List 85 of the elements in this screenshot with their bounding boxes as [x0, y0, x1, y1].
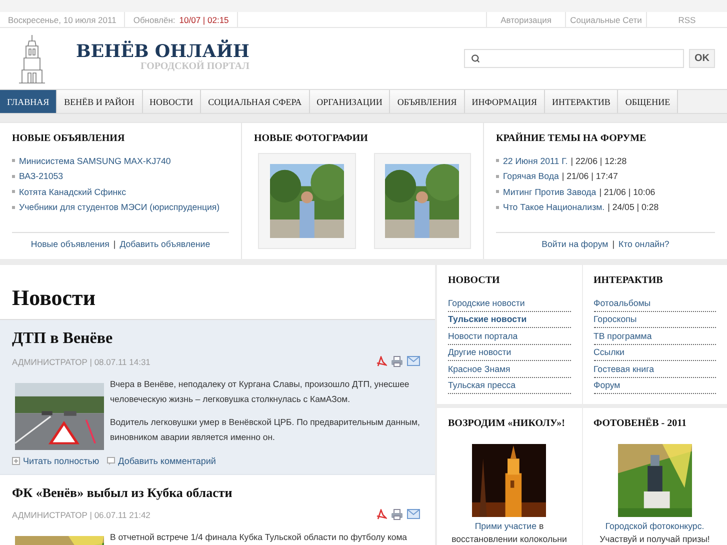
topic-meta: | 21/06 | 17:47 — [562, 171, 618, 182]
promo-title: ВОЗРОДИМ «НИКОЛУ»! — [448, 418, 566, 429]
sidebar-title: ИНТЕРАКТИВ — [594, 275, 664, 286]
sidebar-link[interactable]: ТВ программа — [594, 328, 716, 344]
nav-tab[interactable]: ВЕНЁВ И РАЙОН — [57, 90, 142, 113]
nav-tab[interactable]: СОЦИАЛЬНАЯ СФЕРА — [201, 90, 310, 113]
separator-text: | — [612, 239, 614, 249]
bullet-icon — [12, 206, 15, 209]
sidebar-link[interactable]: Тульская пресса — [448, 378, 570, 394]
bullet-icon — [12, 159, 15, 162]
bullet-icon — [496, 159, 499, 162]
topic-meta: | 24/05 | 0:28 — [608, 202, 659, 212]
sidebar-link[interactable]: Гостевая книга — [594, 361, 716, 378]
promo-title: ФОТОВЕНЁВ - 2011 — [594, 418, 688, 429]
block-title: КРАЙНИЕ ТЕМЫ НА ФОРУМЕ — [496, 133, 648, 144]
sidebar-link[interactable]: Форум — [594, 378, 716, 394]
promo-link[interactable]: Городской фотоконкурс. — [605, 521, 704, 531]
forum-footer-link[interactable]: Кто онлайн? — [618, 239, 670, 249]
site-title[interactable]: ВЕНЁВ ОНЛАЙН — [76, 42, 250, 62]
sidebar-link[interactable]: Гороскопы — [594, 312, 716, 328]
comment-icon — [107, 457, 116, 465]
sidebar-link[interactable]: Другие новости — [448, 344, 570, 361]
bullet-icon — [12, 174, 15, 178]
article-meta: АДМИНИСТРАТОР | 06.07.11 21:42 — [12, 510, 150, 520]
read-more-link[interactable]: Читать полностью — [12, 456, 100, 466]
bullet-icon — [496, 206, 499, 209]
ads-footer-link[interactable]: Новые объявления — [30, 239, 110, 249]
separator-text: | — [113, 239, 116, 249]
topic-meta: | 21/06 | 10:06 — [599, 186, 656, 197]
sidebar-link[interactable]: Тульские новости — [448, 312, 570, 328]
site-subtitle: ГОРОДСКОЙ ПОРТАЛ — [140, 60, 250, 72]
nav-tab[interactable]: ИНФОРМАЦИЯ — [464, 90, 545, 113]
article-text: Водитель легковушки умер в Венёвской ЦРБ. По предварительным данным, виновником аварии является именно он. — [110, 416, 421, 444]
ad-link[interactable]: Минисистема SAMSUNG MAX-KJ740 — [19, 156, 171, 166]
sidebar-title: НОВОСТИ — [448, 275, 501, 286]
plus-icon — [12, 457, 20, 465]
sidebar-link[interactable]: Фотоальбомы — [594, 295, 716, 312]
forum-footer-link[interactable]: Войти на форум — [542, 239, 608, 249]
article-title[interactable]: ДТП в Венёве — [12, 330, 423, 348]
article-meta: АДМИНИСТРАТОР | 08.07.11 14:31 — [12, 356, 150, 366]
article-title[interactable]: ФК «Венёв» выбыл из Кубка области — [12, 485, 423, 501]
bullet-icon — [12, 190, 15, 194]
forum-topic-link[interactable]: Митинг Против Завода — [503, 186, 596, 197]
pdf-icon[interactable] — [376, 509, 387, 520]
topic-meta: | 22/06 | 12:28 — [570, 156, 627, 166]
add-comment-link[interactable]: Добавить комментарий — [107, 456, 216, 466]
forum-topic-link[interactable]: 22 Июня 2011 Г. — [503, 156, 568, 166]
nav-tab[interactable]: ИНТЕРАКТИВ — [545, 90, 618, 113]
block-title: НОВЫЕ ФОТОГРАФИИ — [254, 133, 369, 144]
sidebar-link[interactable]: Городские новости — [448, 295, 570, 312]
article-text: Вчера в Венёве, неподалеку от Кургана Славы, произошло ДТП, унесшее человеческую жизнь – легковушка столкнулась с КамАЗом. — [110, 378, 410, 406]
search-button[interactable]: OK — [689, 49, 715, 68]
nav-tab[interactable]: ОБЪЯВЛЕНИЯ — [390, 90, 465, 113]
article-text: В отчетной встрече 1/4 финала Кубка Тульской области по футболу кома — [110, 531, 408, 544]
sidebar-link[interactable]: Ссылки — [594, 344, 716, 361]
print-icon[interactable] — [391, 509, 403, 520]
promo-caption: Городской фотоконкурс. Участвуй и получай призы! — [598, 520, 711, 545]
ad-link[interactable]: Котята Канадский Сфинкс — [19, 186, 126, 197]
ad-link[interactable]: Учебники для студентов МЭСИ (юриспруденция) — [19, 202, 220, 212]
promo-link[interactable]: Прими участие — [474, 521, 536, 531]
nav-tab[interactable]: ОРГАНИЗАЦИИ — [310, 90, 390, 113]
sidebar-link[interactable]: Новости портала — [448, 328, 570, 344]
pdf-icon[interactable] — [376, 356, 387, 367]
updated-text: Обновлён: 10/07 | 02:15 — [125, 12, 238, 27]
print-icon[interactable] — [391, 356, 403, 367]
bullet-icon — [496, 174, 499, 178]
nav-tab[interactable]: ГЛАВНАЯ — [0, 90, 58, 113]
photo-frame[interactable] — [258, 153, 356, 249]
block-title: НОВЫЕ ОБЪЯВЛЕНИЯ — [12, 133, 126, 144]
nav-tab[interactable]: ОБЩЕНИЕ — [618, 90, 678, 113]
ad-link[interactable]: ВАЗ-21053 — [19, 171, 64, 182]
bell-tower-icon — [16, 34, 48, 84]
forum-topic-link[interactable]: Горячая Вода — [503, 171, 559, 182]
forum-topic-link[interactable]: Что Такое Национализм. — [503, 202, 605, 212]
search-field[interactable] — [464, 49, 684, 68]
date-text: Воскресенье, 10 июля 2011 — [0, 12, 126, 27]
ads-footer-link[interactable]: Добавить объявление — [120, 239, 210, 249]
sidebar-link[interactable]: Красное Знамя — [448, 361, 570, 378]
nav-tab[interactable]: НОВОСТИ — [142, 90, 202, 113]
mail-icon[interactable] — [407, 356, 420, 366]
mail-icon[interactable] — [407, 509, 420, 519]
photo-frame[interactable] — [374, 153, 471, 249]
search-icon — [471, 54, 480, 63]
promo-caption: Прими участие в восстановлении колокольни — [450, 520, 568, 545]
bullet-icon — [496, 190, 499, 194]
